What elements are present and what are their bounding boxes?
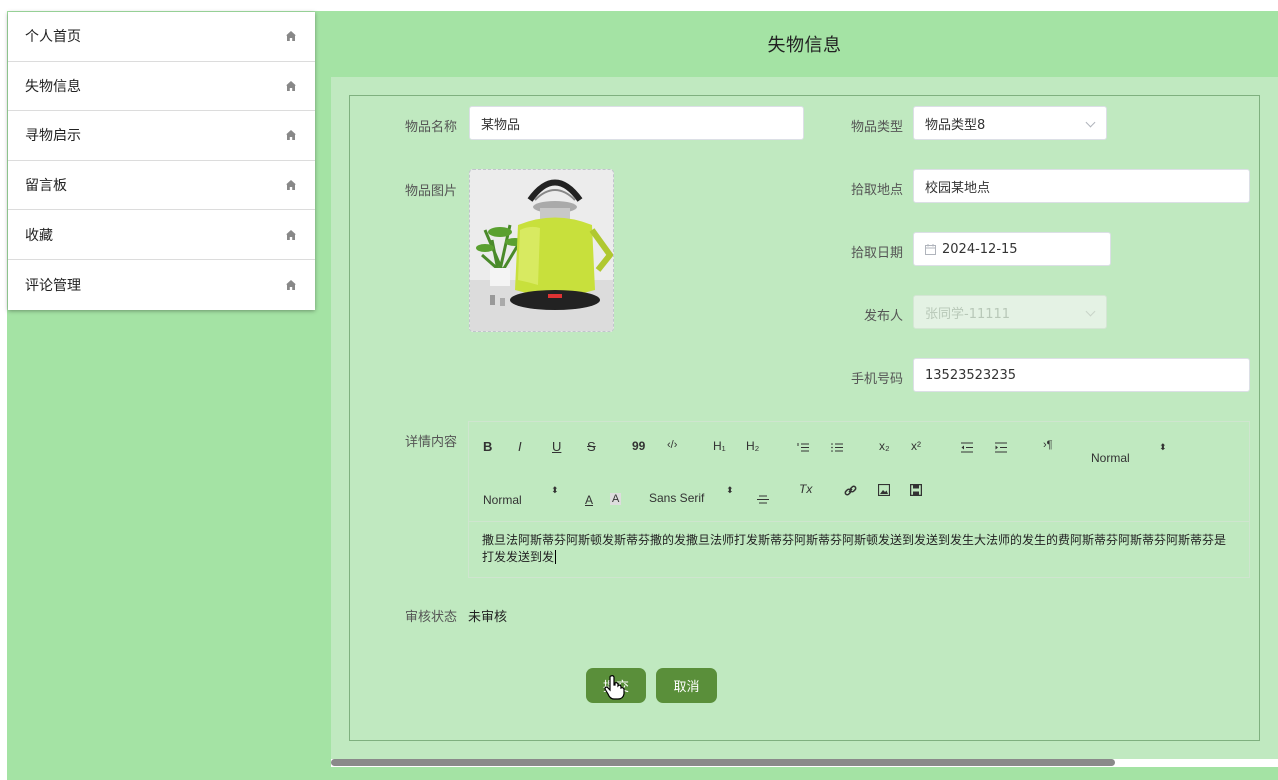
publisher-label: 发布人 xyxy=(863,309,903,324)
sidebar-item-message-board[interactable]: 留言板 xyxy=(8,161,315,211)
item-image-upload[interactable] xyxy=(469,169,614,332)
pickup-date-value: 2024-12-15 xyxy=(942,241,1018,257)
pickup-date-label: 拾取日期 xyxy=(850,246,903,261)
lost-item-form: 物品名称 某物品 物品类型 物品类型8 物品图片 拾取地点 校园某地点 拾取日期… xyxy=(349,95,1260,741)
strike-button[interactable]: S xyxy=(587,439,596,454)
cancel-button-label: 取消 xyxy=(673,680,700,695)
video-icon[interactable] xyxy=(910,484,922,496)
publisher-value: 张同学-11111 xyxy=(925,306,1011,322)
sidebar-menu: 个人首页 失物信息 寻物启示 留言板 收藏 评论管理 xyxy=(8,12,315,310)
sidebar-item-label: 个人首页 xyxy=(25,29,81,46)
image-icon[interactable] xyxy=(878,484,890,496)
publisher-select: 张同学-11111 xyxy=(913,295,1107,329)
phone-value: 13523523235 xyxy=(925,367,1016,383)
pickup-place-value: 校园某地点 xyxy=(925,180,991,196)
phone-label: 手机号码 xyxy=(850,372,903,387)
italic-button[interactable]: I xyxy=(518,439,522,454)
home-icon xyxy=(286,130,296,141)
text-color-button[interactable]: A xyxy=(585,493,593,507)
h2-button[interactable]: H₂ xyxy=(746,439,759,453)
item-type-select[interactable]: 物品类型8 xyxy=(913,106,1107,140)
item-type-label: 物品类型 xyxy=(850,120,903,135)
sidebar-item-label: 评论管理 xyxy=(25,277,81,294)
calendar-icon xyxy=(925,243,936,255)
kettle-image xyxy=(470,170,613,331)
cancel-button[interactable]: 取消 xyxy=(656,668,717,703)
blockquote-button[interactable]: 99 xyxy=(632,439,645,453)
pickup-date-picker[interactable]: 2024-12-15 xyxy=(913,232,1111,266)
bold-button[interactable]: B xyxy=(483,439,492,454)
superscript-button[interactable]: x² xyxy=(911,439,921,453)
clear-format-button[interactable]: Tx xyxy=(799,482,812,496)
pickup-place-label: 拾取地点 xyxy=(850,183,903,198)
indent-increase-icon[interactable] xyxy=(995,442,1007,453)
align-icon[interactable] xyxy=(757,495,769,504)
background-color-button[interactable]: A xyxy=(610,493,622,505)
font-select-arrow-icon: ⬍ xyxy=(726,486,734,496)
home-icon xyxy=(286,229,296,240)
item-name-value: 某物品 xyxy=(481,117,521,133)
underline-button[interactable]: U xyxy=(552,439,561,454)
size-select[interactable]: Normal xyxy=(1091,451,1130,465)
main-panel: 物品名称 某物品 物品类型 物品类型8 物品图片 拾取地点 校园某地点 拾取日期… xyxy=(331,77,1278,759)
item-type-value: 物品类型8 xyxy=(925,117,986,133)
direction-button[interactable]: ›¶ xyxy=(1043,439,1053,451)
review-status-label: 审核状态 xyxy=(404,610,457,625)
sidebar-item-found-notice[interactable]: 寻物启示 xyxy=(8,111,315,161)
page-title: 失物信息 xyxy=(767,35,842,56)
item-image-label: 物品图片 xyxy=(404,184,457,199)
sidebar-item-label: 留言板 xyxy=(25,178,67,195)
rich-text-editor: B I U S 99 ‹/› H₁ H₂ x₂ x² ›¶ Normal ⬍ N… xyxy=(468,421,1250,578)
text-cursor xyxy=(555,550,557,564)
header-select[interactable]: Normal xyxy=(483,493,522,507)
editor-toolbar: B I U S 99 ‹/› H₁ H₂ x₂ x² ›¶ Normal ⬍ N… xyxy=(469,422,1249,522)
home-icon xyxy=(286,279,296,290)
indent-decrease-icon[interactable] xyxy=(961,442,973,453)
horizontal-scrollbar-thumb[interactable] xyxy=(331,759,1115,766)
editor-text: 撒旦法阿斯蒂芬阿斯顿发斯蒂芬撒的发撒旦法师打发斯蒂芬阿斯蒂芬阿斯顿发送到发送到发… xyxy=(482,533,1227,564)
font-select[interactable]: Sans Serif xyxy=(649,491,704,505)
page-header: 失物信息 xyxy=(331,11,1278,77)
chevron-down-icon xyxy=(1085,117,1096,128)
sidebar-item-label: 寻物启示 xyxy=(25,128,81,145)
header-select-arrow-icon: ⬍ xyxy=(551,486,559,496)
phone-input[interactable]: 13523523235 xyxy=(913,358,1250,392)
ordered-list-icon[interactable] xyxy=(797,442,809,453)
home-icon xyxy=(286,80,296,91)
sidebar-item-label: 收藏 xyxy=(25,227,53,244)
link-icon[interactable] xyxy=(844,484,857,497)
bullet-list-icon[interactable] xyxy=(831,442,843,453)
chevron-down-icon xyxy=(1085,306,1096,317)
sidebar-item-home[interactable]: 个人首页 xyxy=(8,12,315,62)
sidebar-item-label: 失物信息 xyxy=(25,78,81,95)
code-button[interactable]: ‹/› xyxy=(667,439,677,451)
review-status-value: 未审核 xyxy=(468,610,508,625)
sidebar-item-comment-manage[interactable]: 评论管理 xyxy=(8,260,315,310)
sidebar-item-lost-info[interactable]: 失物信息 xyxy=(8,62,315,112)
pickup-place-input[interactable]: 校园某地点 xyxy=(913,169,1250,203)
item-name-input[interactable]: 某物品 xyxy=(469,106,804,140)
home-icon xyxy=(286,180,296,191)
hand-cursor-icon xyxy=(604,675,625,700)
item-name-label: 物品名称 xyxy=(404,120,457,135)
sidebar-item-favorites[interactable]: 收藏 xyxy=(8,210,315,260)
home-icon xyxy=(286,31,296,42)
size-select-arrow-icon: ⬍ xyxy=(1159,443,1167,453)
subscript-button[interactable]: x₂ xyxy=(879,439,890,453)
h1-button[interactable]: H₁ xyxy=(713,439,726,453)
detail-label: 详情内容 xyxy=(404,435,457,450)
editor-content[interactable]: 撒旦法阿斯蒂芬阿斯顿发斯蒂芬撒的发撒旦法师打发斯蒂芬阿斯蒂芬阿斯顿发送到发送到发… xyxy=(469,522,1249,576)
